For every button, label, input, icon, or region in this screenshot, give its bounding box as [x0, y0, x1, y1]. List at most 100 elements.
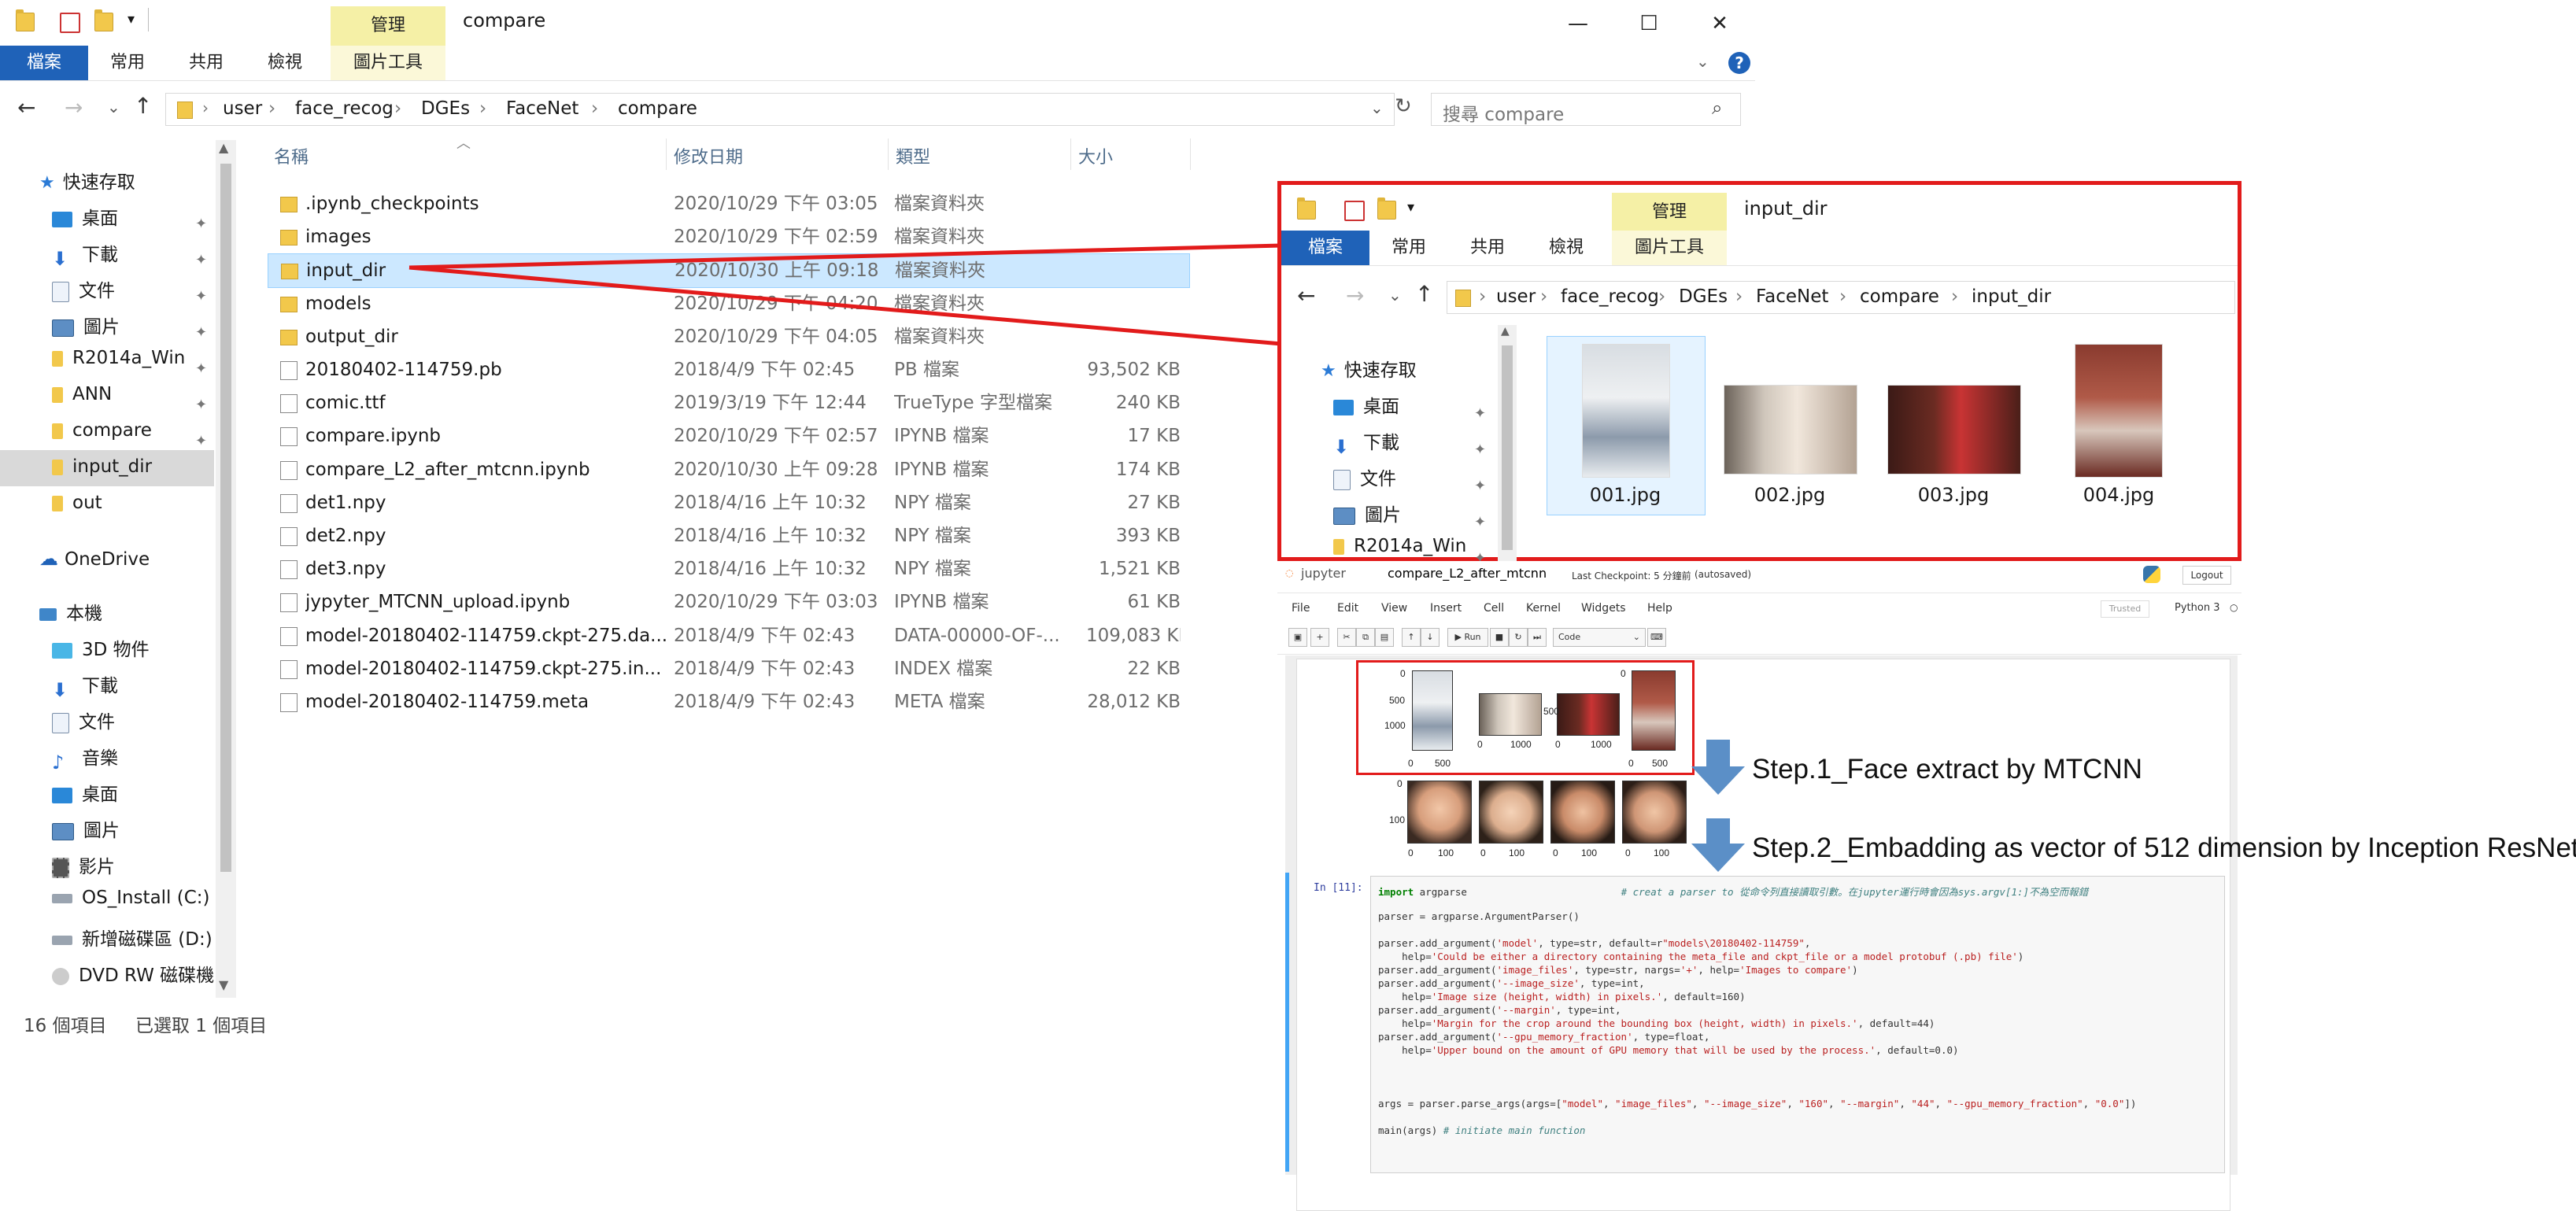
- code-line: parser.add_argument('image_files', type=…: [1378, 964, 1858, 976]
- kernel-status-icon: ○: [2230, 602, 2238, 613]
- forward-arrow-icon[interactable]: →: [1346, 282, 1364, 308]
- logout-button[interactable]: Logout: [2182, 566, 2231, 585]
- run-button[interactable]: ▶ Run: [1447, 628, 1488, 647]
- menu-widgets[interactable]: Widgets: [1581, 602, 1626, 615]
- sidebar-item-desktop[interactable]: 桌面: [1333, 391, 1399, 418]
- photo-003[interactable]: [1887, 385, 2021, 474]
- tab-file[interactable]: 檔案: [1281, 231, 1369, 265]
- plot-image-004: [1632, 670, 1676, 751]
- axis-tick: 0: [1408, 758, 1414, 769]
- breadcrumb-face-recog[interactable]: face_recog: [1561, 286, 1659, 307]
- menu-file[interactable]: File: [1292, 602, 1310, 615]
- sidebar-label: 桌面: [1363, 397, 1399, 417]
- menu-view[interactable]: View: [1381, 602, 1407, 615]
- code-line: help='Margin for the crop around the bou…: [1378, 1017, 1935, 1029]
- scroll-up-icon[interactable]: ▲: [1501, 325, 1510, 338]
- recent-dropdown-icon[interactable]: ⌄: [1388, 286, 1402, 305]
- jupyter-logo-icon: ◌: [1285, 567, 1294, 578]
- move-up-icon[interactable]: ↑: [1402, 628, 1421, 647]
- quick-access-dropdown-icon[interactable]: ▾: [1407, 199, 1414, 216]
- axis-tick: 0: [1621, 668, 1626, 679]
- pin-icon[interactable]: ✦ ✦ ✦ ✦ ✦: [1474, 396, 1486, 577]
- trusted-badge[interactable]: Trusted: [2101, 600, 2149, 618]
- code-line: parser.add_argument('--margin', type=int…: [1378, 1004, 1621, 1016]
- step-arrow-1-head: [1691, 766, 1745, 795]
- new-folder-icon[interactable]: [1377, 198, 1396, 220]
- scrollbar-thumb[interactable]: [1502, 345, 1513, 550]
- jupyter-logo[interactable]: jupyter: [1301, 566, 1346, 581]
- tab-view[interactable]: 檢視: [1527, 231, 1606, 265]
- chevron-right-icon[interactable]: ›: [1951, 286, 1958, 307]
- folder-icon[interactable]: [1297, 198, 1316, 220]
- add-cell-icon[interactable]: +: [1310, 628, 1329, 647]
- plot-image-003: [1557, 693, 1620, 736]
- up-arrow-icon[interactable]: ↑: [1415, 281, 1433, 307]
- dropdown-icon: ⌄: [1632, 632, 1640, 642]
- tab-share[interactable]: 共用: [1448, 231, 1527, 265]
- manage-tab[interactable]: 管理: [1612, 193, 1727, 232]
- checkpoint-text: Last Checkpoint: 5 分鐘前: [1572, 570, 1691, 582]
- chevron-right-icon[interactable]: ›: [1479, 286, 1486, 307]
- chevron-right-icon[interactable]: ›: [1839, 286, 1846, 307]
- python-logo-icon: [2143, 566, 2160, 583]
- connector-line-bottom: [408, 265, 1282, 346]
- address-bar[interactable]: › user › face_recog › DGEs › FaceNet › c…: [1447, 281, 2235, 314]
- chevron-right-icon[interactable]: ›: [1540, 286, 1547, 307]
- sidebar-item-downloads[interactable]: ⬇ 下載: [1333, 427, 1399, 458]
- thumbnail-label: 004.jpg: [2083, 484, 2155, 506]
- code-line: help='Upper bound on the amount of GPU m…: [1378, 1044, 1959, 1056]
- menu-edit[interactable]: Edit: [1337, 602, 1358, 615]
- pictures-icon: [1333, 507, 1355, 525]
- chevron-right-icon[interactable]: ›: [1658, 286, 1665, 307]
- thumbnail-label: 001.jpg: [1589, 484, 1661, 506]
- breadcrumb-user[interactable]: user: [1496, 286, 1536, 307]
- paste-icon[interactable]: ▤: [1375, 628, 1394, 647]
- axis-tick: 500: [1652, 758, 1669, 769]
- sidebar-label: 快速存取: [1343, 360, 1417, 381]
- cut-icon[interactable]: ✂: [1337, 628, 1356, 647]
- window-title: input_dir: [1744, 198, 1828, 220]
- face-crop-002: [1479, 781, 1543, 844]
- sidebar-item-pictures[interactable]: 圖片: [1333, 500, 1401, 526]
- menu-cell[interactable]: Cell: [1484, 602, 1504, 615]
- tab-picture-tools[interactable]: 圖片工具: [1612, 231, 1727, 265]
- cell-type-select[interactable]: Code ⌄: [1553, 628, 1646, 647]
- breadcrumb-compare[interactable]: compare: [1860, 286, 1939, 307]
- menu-insert[interactable]: Insert: [1430, 602, 1462, 615]
- code-line: parser.add_argument('model', type=str, d…: [1378, 937, 1811, 949]
- photo-004[interactable]: [2075, 344, 2163, 478]
- axis-tick: 100: [1438, 847, 1454, 858]
- menu-help[interactable]: Help: [1647, 602, 1672, 615]
- back-arrow-icon[interactable]: ←: [1297, 282, 1315, 308]
- step-1-label: Step.1_Face extract by MTCNN: [1752, 754, 2142, 785]
- sidebar-item-r2014a[interactable]: R2014a_Win: [1333, 536, 1466, 556]
- sidebar-item-documents[interactable]: 文件: [1333, 463, 1396, 490]
- stop-icon[interactable]: ■: [1490, 628, 1509, 647]
- move-down-icon[interactable]: ↓: [1421, 628, 1440, 647]
- code-line: parser = argparse.ArgumentParser(): [1378, 910, 1580, 922]
- sidebar-scrollbar[interactable]: ▲: [1498, 325, 1517, 561]
- keyboard-icon[interactable]: ⌨: [1647, 628, 1666, 647]
- tab-home[interactable]: 常用: [1369, 231, 1448, 265]
- save-icon[interactable]: ▣: [1288, 628, 1307, 647]
- axis-tick: 500: [1543, 706, 1560, 717]
- breadcrumb-input-dir[interactable]: input_dir: [1972, 286, 2051, 307]
- copy-icon[interactable]: ⧉: [1356, 628, 1375, 647]
- axis-tick: 0: [1628, 758, 1634, 769]
- axis-tick: 1000: [1384, 720, 1406, 731]
- menu-kernel[interactable]: Kernel: [1526, 602, 1561, 615]
- sidebar-quick-access[interactable]: ★ 快速存取: [1321, 355, 1417, 382]
- photo-002[interactable]: [1724, 385, 1857, 474]
- properties-icon[interactable]: [1344, 201, 1365, 221]
- fast-forward-icon[interactable]: ⏭: [1528, 628, 1547, 647]
- breadcrumb-facenet[interactable]: FaceNet: [1756, 286, 1828, 307]
- breadcrumb-dges[interactable]: DGEs: [1679, 286, 1728, 307]
- restart-icon[interactable]: ↻: [1509, 628, 1528, 647]
- kernel-name: Python 3: [2175, 602, 2220, 614]
- axis-tick: 0: [1553, 847, 1558, 858]
- folder-icon: [1333, 538, 1344, 555]
- photo-001[interactable]: [1582, 344, 1670, 478]
- notebook-name[interactable]: compare_L2_after_mtcnn: [1388, 566, 1547, 581]
- code-line: import argparse # creat a parser to 從命令列…: [1378, 886, 2089, 898]
- chevron-right-icon[interactable]: ›: [1735, 286, 1743, 307]
